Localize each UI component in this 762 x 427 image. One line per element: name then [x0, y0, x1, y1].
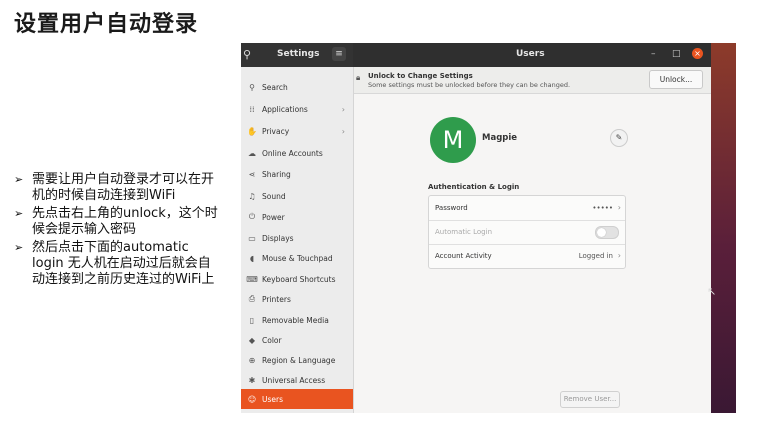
sidebar-item-search[interactable]: ⚲ Search — [241, 77, 353, 97]
arrow-bullet-icon: ➢ — [14, 241, 24, 254]
sidebar-item-mouse-touchpad[interactable]: ◖ Mouse & Touchpad — [241, 248, 353, 268]
sidebar-item-applications[interactable]: ⁞⁞ Applications › — [241, 99, 353, 119]
automatic-login-row[interactable]: Automatic Login — [429, 220, 625, 245]
media-icon: ▯ — [249, 315, 255, 325]
lock-icon: 🔒︎ — [356, 73, 361, 82]
users-panel: 🔒︎ Unlock to Change Settings Some settin… — [354, 67, 711, 413]
chevron-right-icon: › — [617, 251, 621, 260]
maximize-icon[interactable]: □ — [672, 49, 681, 59]
avatar[interactable]: M — [430, 117, 476, 163]
monitor-icon: ▭ — [248, 233, 256, 243]
search-icon[interactable]: ⚲ — [243, 48, 251, 61]
bullet-item: ➢ 然后点击下面的automatic login 无人机在启动过后就会自动连接到之… — [14, 240, 215, 287]
power-icon: ⏻ — [248, 212, 256, 221]
auth-list: Password ••••• › Automatic Login Account… — [428, 195, 626, 269]
globe-icon: ⊕ — [248, 355, 256, 365]
users-icon: ☺ — [247, 394, 257, 404]
account-activity-row[interactable]: Account Activity Logged in › — [429, 244, 625, 268]
sidebar-item-removable-media[interactable]: ▯ Removable Media — [241, 310, 353, 330]
headerbar: ⚲ Settings ≡ Users – □ × — [241, 43, 711, 67]
bullet-item: ➢ 先点击右上角的unlock，这个时候会提示输入密码 — [14, 206, 218, 237]
arrow-bullet-icon: ➢ — [14, 207, 24, 220]
username: Magpie — [482, 133, 518, 143]
sidebar-item-online-accounts[interactable]: ☁ Online Accounts — [241, 143, 353, 163]
edit-name-icon[interactable]: ✎ — [610, 129, 628, 147]
sidebar: ⚲ Search ⁞⁞ Applications › ✋ Privacy › ☁ Onlin… — [241, 67, 354, 413]
cloud-icon: ☁ — [248, 148, 256, 158]
sidebar-item-users[interactable]: ☺ Users — [241, 389, 353, 409]
password-value: ••••• — [592, 204, 613, 212]
color-icon: ◆ — [248, 335, 256, 345]
accessibility-icon: ✱ — [248, 375, 256, 385]
chevron-right-icon: › — [617, 203, 621, 212]
auth-heading: Authentication & Login — [428, 183, 520, 191]
password-row[interactable]: Password ••••• › — [429, 196, 625, 221]
panel-title: Users — [516, 49, 545, 59]
sidebar-item-power[interactable]: ⏻ Power — [241, 207, 353, 227]
mouse-cursor-icon: ↖ — [707, 285, 717, 298]
arrow-bullet-icon: ➢ — [14, 173, 24, 186]
sidebar-item-universal-access[interactable]: ✱ Universal Access — [241, 370, 353, 390]
sidebar-item-sound[interactable]: ♫ Sound — [241, 186, 353, 206]
chevron-right-icon: › — [341, 104, 345, 114]
bullet-item: ➢ 需要让用户自动登录才可以在开机的时候自动连接到WiFi — [14, 172, 215, 203]
settings-screenshot: ⚲ Settings ≡ Users – □ × ⚲ Search ⁞⁞ Appli… — [241, 43, 736, 413]
remove-user-button[interactable]: Remove User... — [560, 391, 620, 408]
activity-value: Logged in — [578, 252, 613, 260]
settings-title: Settings — [277, 49, 320, 59]
hamburger-icon[interactable]: ≡ — [332, 47, 346, 61]
sidebar-item-privacy[interactable]: ✋ Privacy › — [241, 121, 353, 141]
sidebar-item-sharing[interactable]: ⋖ Sharing — [241, 164, 353, 184]
sidebar-item-displays[interactable]: ▭ Displays — [241, 228, 353, 248]
settings-window: ⚲ Settings ≡ Users – □ × ⚲ Search ⁞⁞ Appli… — [241, 43, 711, 413]
slide-title: 设置用户自动登录 — [14, 12, 199, 37]
chevron-right-icon: › — [341, 126, 345, 136]
hand-icon: ✋ — [247, 126, 257, 136]
music-note-icon: ♫ — [248, 191, 256, 201]
close-icon[interactable]: × — [692, 48, 703, 59]
desktop-background — [711, 43, 736, 413]
sidebar-item-color[interactable]: ◆ Color — [241, 330, 353, 350]
automatic-login-toggle[interactable] — [595, 226, 619, 239]
share-icon: ⋖ — [248, 169, 256, 179]
grid-icon: ⁞⁞ — [249, 104, 255, 114]
sidebar-item-printers[interactable]: ⎙ Printers — [241, 289, 353, 309]
printer-icon: ⎙ — [248, 294, 256, 303]
bullet-list: ➢ 需要让用户自动登录才可以在开机的时候自动连接到WiFi ➢ 先点击右上角的unl… — [14, 172, 219, 290]
mouse-icon: ◖ — [249, 253, 255, 263]
unlock-infobar: 🔒︎ Unlock to Change Settings Some settin… — [354, 67, 711, 94]
search-icon: ⚲ — [249, 82, 255, 92]
keyboard-icon: ⌨ — [246, 274, 258, 284]
minimize-icon[interactable]: – — [651, 49, 656, 59]
sidebar-item-region-language[interactable]: ⊕ Region & Language — [241, 350, 353, 370]
sidebar-item-keyboard-shortcuts[interactable]: ⌨ Keyboard Shortcuts — [241, 269, 353, 289]
unlock-button[interactable]: Unlock... — [649, 70, 703, 89]
